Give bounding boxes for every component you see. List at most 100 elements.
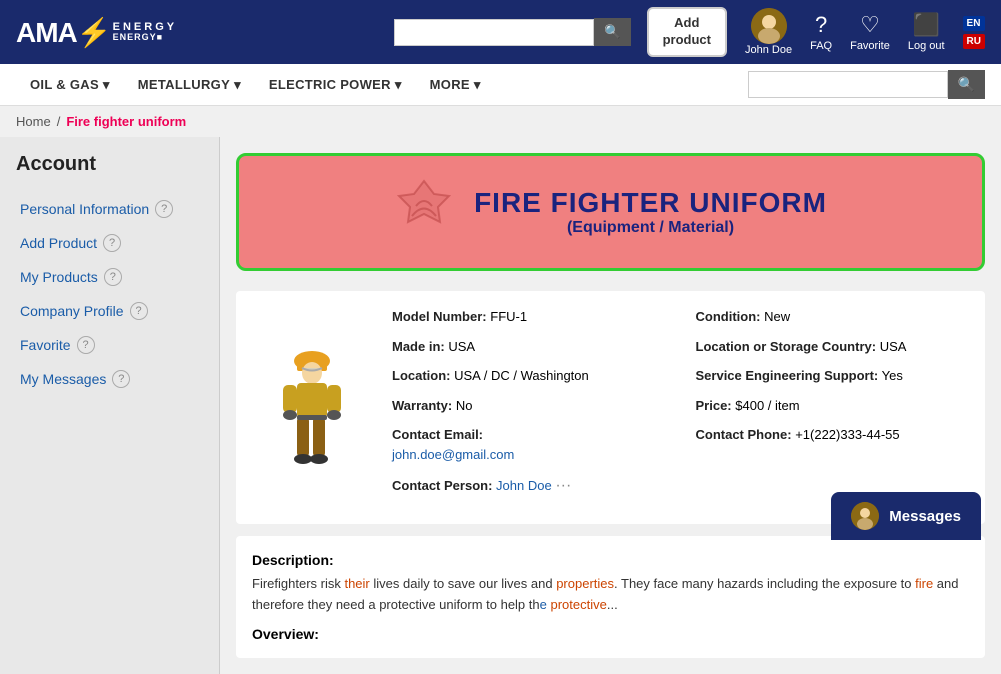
description-text: Firefighters risk their lives daily to s… — [252, 574, 969, 616]
help-icon-personal-info[interactable]: ? — [155, 200, 173, 218]
nav-oil-gas-label: OIL & GAS — [30, 77, 99, 92]
user-menu[interactable]: John Doe — [745, 8, 792, 56]
add-product-button[interactable]: Addproduct — [647, 7, 727, 57]
sidebar-favorite-label: Favorite — [20, 337, 71, 353]
faq-item[interactable]: ? FAQ — [810, 12, 832, 52]
price-label: Price: — [696, 398, 732, 413]
sidebar-item-my-messages[interactable]: My Messages ? — [16, 362, 203, 396]
sidebar-item-company-profile[interactable]: Company Profile ? — [16, 294, 203, 328]
service-engineering: Yes — [882, 368, 903, 383]
lang-ru[interactable]: RU — [963, 34, 985, 49]
location-storage-row: Location or Storage Country: USA — [696, 337, 970, 357]
header-right: 🔍 — [394, 18, 631, 46]
nav-metallurgy-chevron: ▾ — [234, 77, 241, 93]
contact-person-row: Contact Person: John Doe ··· — [392, 474, 666, 498]
description-title: Description: — [252, 552, 969, 568]
contact-person-value[interactable]: John Doe — [496, 478, 552, 493]
sidebar-item-favorite[interactable]: Favorite ? — [16, 328, 203, 362]
faq-label: FAQ — [810, 40, 832, 52]
sidebar-item-add-product[interactable]: Add Product ? — [16, 226, 203, 260]
service-engineering-row: Service Engineering Support: Yes — [696, 366, 970, 386]
desc-highlight-1: their — [344, 576, 369, 591]
condition: New — [764, 309, 790, 324]
banner-subtitle: (Equipment / Material) — [474, 219, 827, 237]
sidebar-title: Account — [16, 153, 203, 176]
contact-email-row: Contact Email: john.doe@gmail.com — [392, 425, 666, 464]
nav-oil-gas[interactable]: OIL & GAS ▾ — [16, 67, 124, 103]
contact-email-value[interactable]: john.doe@gmail.com — [392, 447, 514, 462]
nav-more-chevron: ▾ — [474, 77, 481, 93]
breadcrumb-home[interactable]: Home — [16, 114, 51, 129]
warranty-label: Warranty: — [392, 398, 452, 413]
main-layout: Account Personal Information ? Add Produ… — [0, 137, 1001, 674]
sidebar-item-my-products[interactable]: My Products ? — [16, 260, 203, 294]
location: USA / DC / Washington — [454, 368, 589, 383]
messages-popup-label: Messages — [889, 508, 961, 525]
logout-label: Log out — [908, 40, 945, 52]
nav-metallurgy-label: METALLURGY — [138, 77, 230, 92]
warranty-row: Warranty: No — [392, 396, 666, 416]
help-icon-favorite[interactable]: ? — [77, 336, 95, 354]
lang-en[interactable]: EN — [963, 16, 985, 31]
product-image — [252, 307, 372, 508]
contact-phone-label: Contact Phone: — [696, 427, 792, 442]
nav-metallurgy[interactable]: METALLURGY ▾ — [124, 67, 255, 103]
contact-phone-row: Contact Phone: +1(222)333-44-55 — [696, 425, 970, 445]
location-storage: USA — [880, 339, 907, 354]
nav-electric-power-chevron: ▾ — [395, 77, 402, 93]
avatar — [751, 8, 787, 44]
product-info-col-left: Model Number: FFU-1 Made in: USA Locatio… — [392, 307, 666, 508]
model-number-label: Model Number: — [392, 309, 487, 324]
product-detail: Model Number: FFU-1 Made in: USA Locatio… — [236, 291, 985, 524]
firefighter-svg — [267, 343, 357, 473]
language-switcher[interactable]: EN RU — [963, 16, 985, 49]
nav-electric-power[interactable]: ELECTRIC POWER ▾ — [255, 67, 416, 103]
messages-popup-avatar — [851, 502, 879, 530]
nav-items: OIL & GAS ▾ METALLURGY ▾ ELECTRIC POWER … — [16, 67, 495, 103]
more-options-icon[interactable]: ··· — [555, 477, 571, 494]
contact-phone: +1(222)333-44-55 — [795, 427, 899, 442]
contact-person-label: Contact Person: — [392, 478, 492, 493]
sidebar-personal-info-label: Personal Information — [20, 201, 149, 217]
favorite-item[interactable]: ♡ Favorite — [850, 12, 890, 52]
favorite-label: Favorite — [850, 40, 890, 52]
price: $400 / item — [735, 398, 799, 413]
sidebar-add-product-label: Add Product — [20, 235, 97, 251]
nav-electric-power-label: ELECTRIC POWER — [269, 77, 391, 92]
model-number-row: Model Number: FFU-1 — [392, 307, 666, 327]
nav-search-input[interactable] — [748, 71, 948, 98]
nav-search-button[interactable]: 🔍 — [948, 70, 985, 99]
nav-more[interactable]: MORE ▾ — [416, 67, 495, 103]
search-button[interactable]: 🔍 — [594, 18, 631, 46]
banner-title: FIRE FIGHTER UNIFORM — [474, 187, 827, 219]
help-icon-company-profile[interactable]: ? — [130, 302, 148, 320]
sidebar: Account Personal Information ? Add Produ… — [0, 137, 220, 674]
breadcrumb-separator: / — [57, 114, 61, 129]
nav-bar: OIL & GAS ▾ METALLURGY ▾ ELECTRIC POWER … — [0, 64, 1001, 106]
service-engineering-label: Service Engineering Support: — [696, 368, 879, 383]
product-info-col-right: Condition: New Location or Storage Count… — [696, 307, 970, 508]
nav-more-label: MORE — [430, 77, 470, 92]
logout-item[interactable]: ⬛ Log out — [908, 12, 945, 52]
messages-popup[interactable]: Messages — [831, 492, 981, 540]
logo-ama: AMA⚡ — [16, 16, 111, 49]
price-row: Price: $400 / item — [696, 396, 970, 416]
sidebar-my-products-label: My Products — [20, 269, 98, 285]
help-icon-add-product[interactable]: ? — [103, 234, 121, 252]
header-actions: Addproduct John Doe ? FAQ ♡ Favorite ⬛ L… — [647, 7, 985, 57]
header: AMA⚡ ENERGY ENERGY■ 🔍 Addproduct John Do… — [0, 0, 1001, 64]
desc-highlight-4: e — [540, 597, 547, 612]
breadcrumb-current: Fire fighter uniform — [66, 114, 186, 129]
condition-row: Condition: New — [696, 307, 970, 327]
help-icon-my-messages[interactable]: ? — [112, 370, 130, 388]
help-icon-my-products[interactable]: ? — [104, 268, 122, 286]
nav-search: 🔍 — [748, 70, 985, 99]
made-in: USA — [448, 339, 475, 354]
logo: AMA⚡ ENERGY ENERGY■ — [16, 16, 177, 49]
description-area: Description: Firefighters risk their liv… — [236, 536, 985, 658]
banner-icon — [394, 176, 454, 248]
sidebar-item-personal-info[interactable]: Personal Information ? — [16, 192, 203, 226]
model-number: FFU-1 — [490, 309, 527, 324]
search-input[interactable] — [394, 19, 594, 46]
desc-highlight-5: protective — [550, 597, 606, 612]
